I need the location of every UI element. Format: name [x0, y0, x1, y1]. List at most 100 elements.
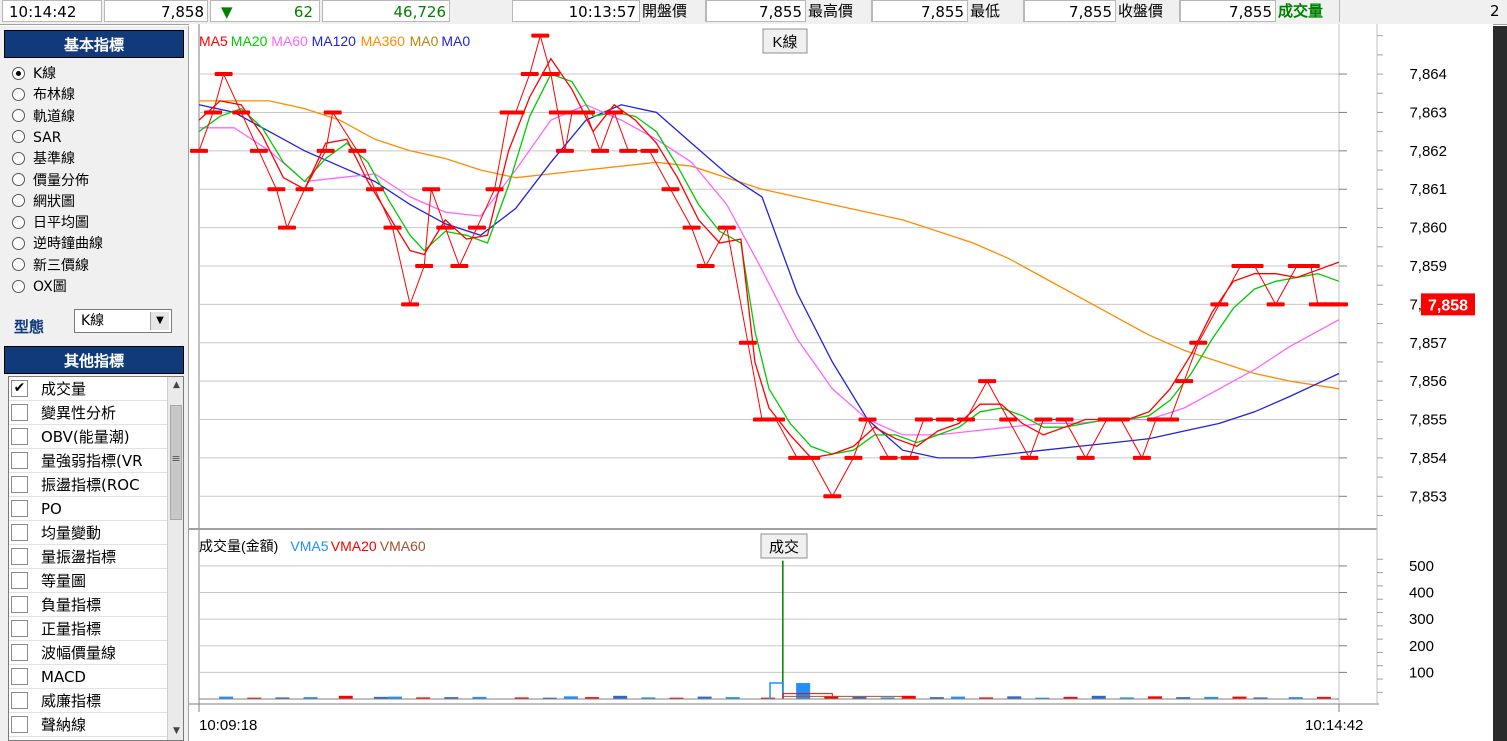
price-tick-label: 7,863 — [1409, 104, 1447, 121]
volume-legend-item: VMA20 — [331, 538, 377, 554]
radio-button-icon[interactable] — [12, 109, 25, 123]
list-item[interactable]: OBV(能量潮) — [9, 425, 167, 449]
list-item[interactable]: 均量變動 — [9, 521, 167, 545]
checkbox-icon[interactable]: ✔ — [11, 380, 28, 397]
list-item-label: 振盪指標(ROC — [41, 476, 140, 494]
list-item[interactable]: 威廉指標 — [9, 689, 167, 713]
list-item[interactable]: 等量圖 — [9, 569, 167, 593]
indicator-radio-2[interactable]: 軌道線 — [12, 107, 75, 128]
checkbox-icon[interactable] — [11, 596, 28, 613]
radio-button-icon[interactable] — [12, 173, 25, 186]
right-edge-strip — [1493, 26, 1507, 741]
radio-button-icon[interactable] — [12, 151, 25, 165]
volume-label: 成交量 — [1276, 0, 1340, 22]
basic-indicators-header: 基本指標 — [4, 30, 184, 58]
checkbox-icon[interactable] — [11, 500, 28, 517]
radio-button-icon[interactable] — [12, 66, 25, 80]
checkbox-icon[interactable] — [11, 548, 28, 565]
list-item[interactable]: 量振盪指標 — [9, 545, 167, 569]
list-item[interactable]: PO — [9, 497, 167, 521]
checkbox-icon[interactable] — [11, 620, 28, 637]
checkbox-icon[interactable] — [11, 404, 28, 421]
indicator-radio-8[interactable]: 逆時鐘曲線 — [12, 234, 103, 255]
list-item[interactable]: ✔ 成交量 — [9, 377, 167, 401]
list-item-label: 波幅價量線 — [41, 644, 117, 662]
indicator-radio-label: 軌道線 — [33, 108, 75, 125]
checkbox-icon[interactable] — [11, 668, 28, 685]
indicator-radio-5[interactable]: 價量分佈 — [12, 171, 89, 192]
current-price-label: 7,858 — [1428, 297, 1468, 314]
scroll-grip-icon: ≡ — [171, 452, 181, 465]
volume-tick-label: 500 — [1409, 558, 1434, 575]
radio-button-icon[interactable] — [12, 215, 25, 229]
price-tick-label: 7,853 — [1409, 488, 1447, 505]
scroll-down-icon[interactable]: ▼ — [168, 723, 183, 740]
checkbox-icon[interactable] — [11, 476, 28, 493]
list-item-label: OBV(能量潮) — [41, 428, 130, 446]
radio-button-icon[interactable] — [12, 236, 25, 250]
volume-legend-item: VMA60 — [380, 538, 426, 554]
legend-item: MA0 — [410, 33, 439, 49]
list-scrollbar[interactable]: ▲ ≡ ▼ — [167, 377, 183, 740]
checkbox-icon[interactable] — [11, 692, 28, 709]
indicator-radio-6[interactable]: 網狀圖 — [12, 192, 75, 213]
close-label: 收盤價 — [1116, 0, 1180, 22]
indicator-radio-label: 逆時鐘曲線 — [33, 236, 103, 253]
open-value: 7,855 — [706, 0, 806, 22]
indicator-radio-9[interactable]: 新三價線 — [12, 256, 89, 277]
price-tick-label: 7,856 — [1409, 373, 1447, 390]
radio-button-icon[interactable] — [12, 87, 25, 101]
indicator-radio-label: OX圖 — [33, 279, 67, 295]
indicator-radio-label: SAR — [33, 129, 62, 146]
ticker-change: ▼ 62 — [210, 0, 320, 22]
list-item[interactable]: MACD — [9, 665, 167, 689]
chevron-down-icon[interactable]: ▼ — [150, 312, 169, 330]
low-label: 最低 — [968, 0, 1024, 22]
radio-button-icon[interactable] — [12, 130, 25, 144]
radio-button-icon[interactable] — [12, 258, 25, 272]
list-item[interactable]: 負量指標 — [9, 593, 167, 617]
price-tick-label: 7,855 — [1409, 412, 1447, 429]
radio-button-icon[interactable] — [12, 194, 25, 208]
indicator-radio-4[interactable]: 基準線 — [12, 149, 75, 170]
list-item-label: 等量圖 — [41, 572, 87, 590]
volume-tick-label: 400 — [1409, 585, 1434, 602]
scroll-up-icon[interactable]: ▲ — [168, 377, 183, 394]
indicator-radio-label: 基準線 — [33, 151, 75, 168]
time-end-label: 10:14:42 — [1305, 717, 1363, 734]
checkbox-icon[interactable] — [11, 452, 28, 469]
list-item-label: 均量變動 — [41, 524, 102, 542]
low-value: 7,855 — [1024, 0, 1116, 22]
chart-area[interactable]: 7,853 7,854 7,855 7,856 7,857 7,858 7,859 7,860… — [189, 24, 1493, 741]
volume-tick-label: 200 — [1409, 638, 1434, 655]
type-select[interactable]: K線 ▼ — [74, 309, 172, 333]
indicator-radio-label: K線 — [33, 66, 57, 82]
indicator-radio-10[interactable]: OX圖 — [12, 277, 67, 298]
list-item[interactable]: 正量指標 — [9, 617, 167, 641]
radio-button-icon[interactable] — [12, 279, 25, 293]
checkbox-icon[interactable] — [11, 716, 28, 733]
indicator-radio-0[interactable]: K線 — [12, 64, 56, 85]
other-indicators-header: 其他指標 — [4, 346, 184, 374]
indicator-radio-3[interactable]: SAR — [12, 128, 61, 149]
high-label: 最高價 — [806, 0, 872, 22]
price-tick-label: 7,860 — [1409, 220, 1447, 237]
close-value: 7,855 — [1180, 0, 1276, 22]
checkbox-icon[interactable] — [11, 524, 28, 541]
list-item[interactable]: 變異性分析 — [9, 401, 167, 425]
type-label: 型態 — [14, 318, 45, 336]
list-item[interactable]: 振盪指標(ROC — [9, 473, 167, 497]
ticker-change-value: 62 — [293, 3, 313, 21]
checkbox-icon[interactable] — [11, 428, 28, 445]
indicator-radio-7[interactable]: 日平均圖 — [12, 213, 89, 234]
checkbox-icon[interactable] — [11, 644, 28, 661]
list-item[interactable]: 量強弱指標(VR — [9, 449, 167, 473]
list-item[interactable]: 波幅價量線 — [9, 641, 167, 665]
kline-title-label: K線 — [772, 34, 797, 51]
other-indicator-list: ✔ 成交量 變異性分析 OBV(能量潮) 量強弱指標(VR 振盪指標(ROC PO 均量變動量… — [8, 376, 184, 741]
list-item[interactable]: 聲納線 — [9, 713, 167, 737]
checkbox-icon[interactable] — [11, 572, 28, 589]
price-tick-label: 7,859 — [1409, 258, 1447, 275]
indicator-radio-1[interactable]: 布林線 — [12, 85, 75, 106]
legend-item: MA20 — [231, 33, 268, 49]
